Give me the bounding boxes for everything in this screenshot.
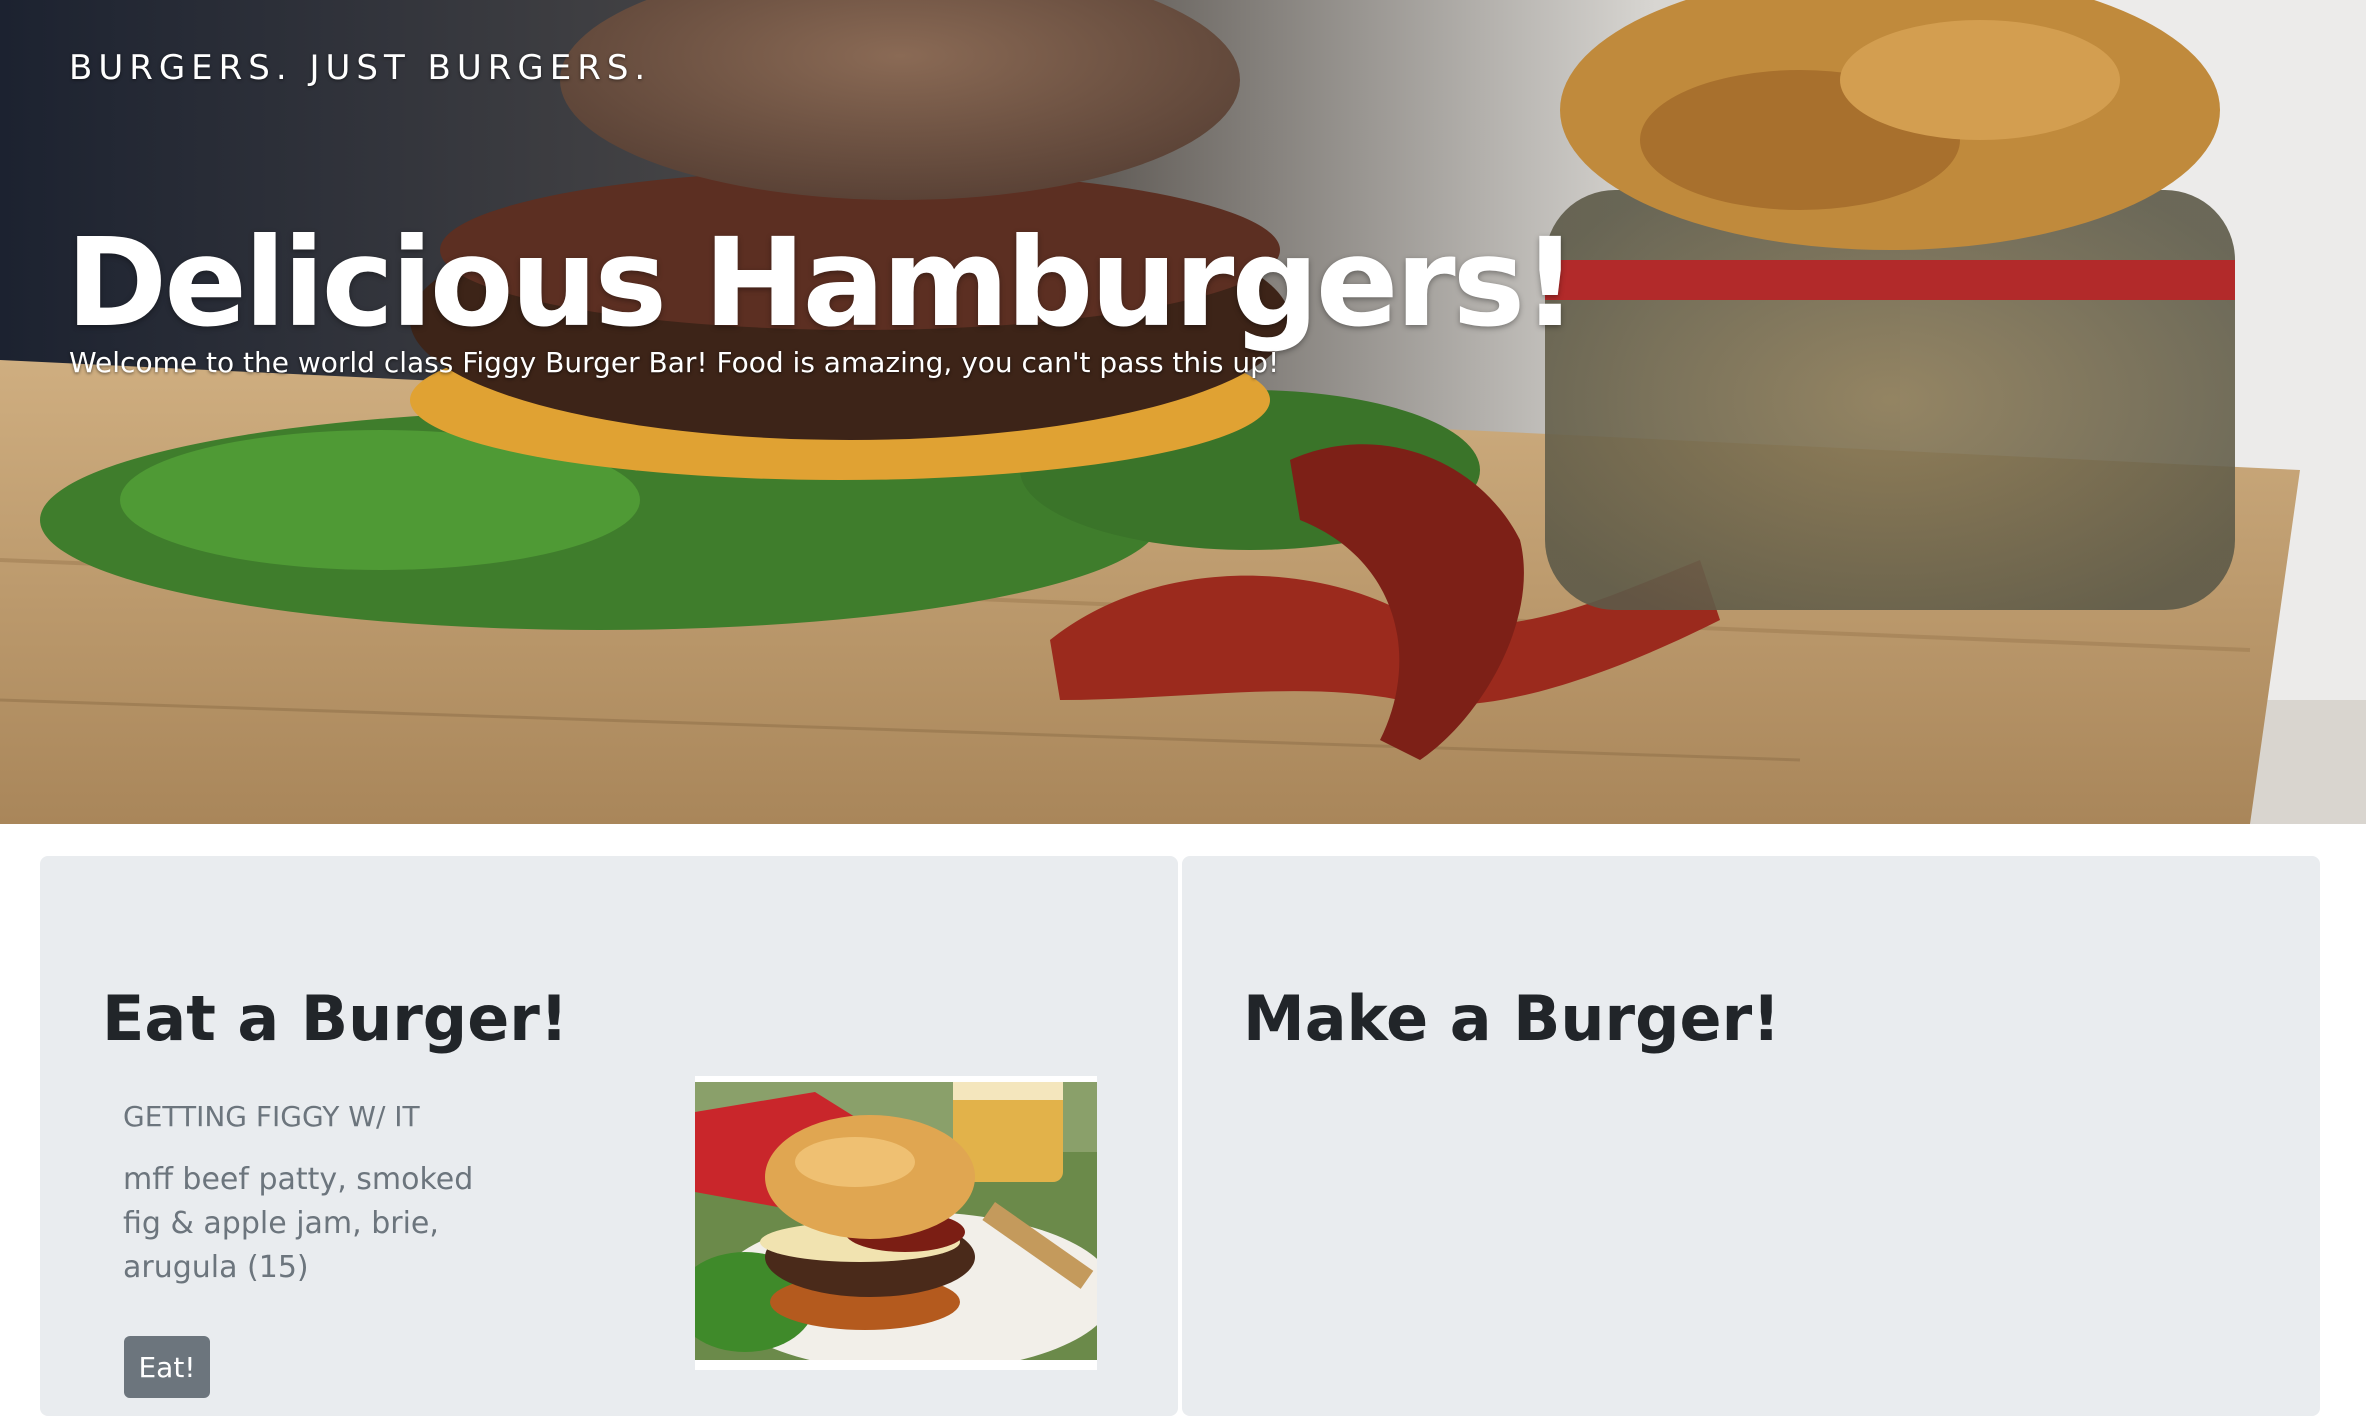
burger-photo [675,1076,1115,1372]
eat-button[interactable]: Eat! [124,1336,210,1398]
burger-image [675,1082,1115,1372]
eat-burger-panel: Eat a Burger! GETTING FIGGY W/ IT mff be… [40,856,1178,1416]
hero-welcome-text: Welcome to the world class Figgy Burger … [69,346,1280,379]
make-burger-panel: Make a Burger! [1182,856,2320,1416]
burger-name: GETTING FIGGY W/ IT [123,1100,420,1133]
hero-burger-photo [0,0,2366,824]
make-burger-heading: Make a Burger! [1243,982,1781,1055]
hero-title: Delicious Hamburgers! [66,211,1578,354]
burger-description: mff beef patty, smoked fig & apple jam, … [123,1162,474,1285]
hero-tagline: BURGERS. JUST BURGERS. [69,48,652,88]
eat-burger-heading: Eat a Burger! [102,982,569,1055]
hero-banner: BURGERS. JUST BURGERS. Delicious Hamburg… [0,0,2366,824]
